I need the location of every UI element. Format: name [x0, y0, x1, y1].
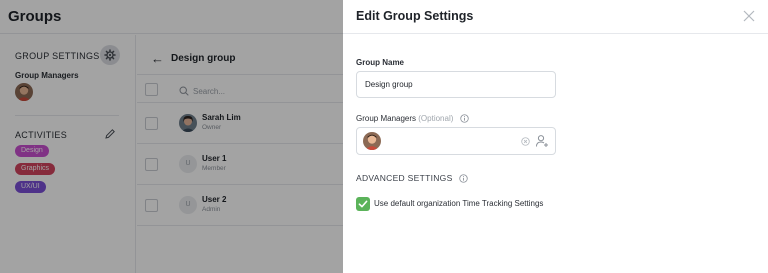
panel-header: Edit Group Settings: [343, 0, 768, 34]
advanced-settings-heading: ADVANCED SETTINGS: [356, 173, 468, 183]
info-icon[interactable]: [459, 174, 468, 183]
default-tracking-checkbox[interactable]: [356, 197, 370, 211]
edit-group-settings-panel: Edit Group Settings Group Name Group Man…: [343, 0, 768, 273]
checkmark-icon: [358, 200, 368, 208]
group-managers-field-label: Group Managers (Optional): [356, 114, 469, 124]
avatar-image: [363, 132, 381, 150]
info-icon[interactable]: [459, 114, 469, 124]
group-managers-picker[interactable]: [356, 127, 556, 155]
close-icon[interactable]: [742, 9, 756, 23]
group-managers-label-text: Group Managers: [356, 114, 417, 123]
advanced-settings-text: ADVANCED SETTINGS: [356, 173, 453, 183]
clear-selection-icon[interactable]: [521, 137, 530, 146]
group-name-label: Group Name: [356, 58, 405, 67]
add-user-icon[interactable]: [535, 134, 549, 148]
selected-manager-avatar[interactable]: [363, 132, 381, 150]
group-name-input[interactable]: [356, 71, 556, 98]
default-tracking-label[interactable]: Use default organization Time Tracking S…: [374, 199, 543, 208]
optional-text: (Optional): [418, 114, 454, 123]
panel-title: Edit Group Settings: [356, 9, 474, 23]
